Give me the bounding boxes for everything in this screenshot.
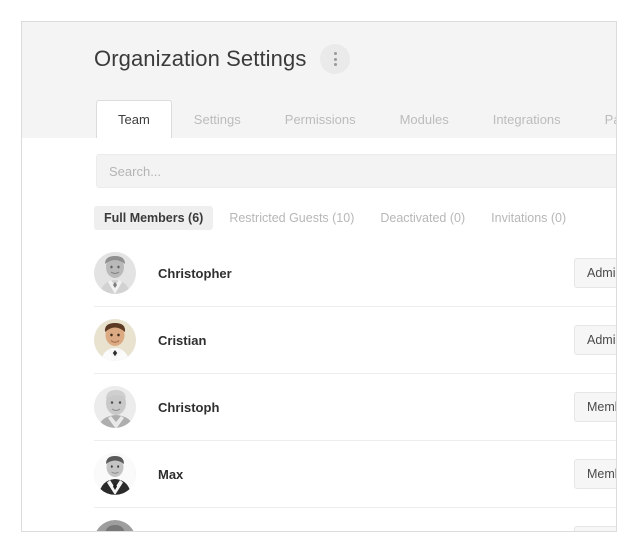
tab-payment[interactable]: Payment <box>583 101 616 139</box>
role-button[interactable]: Admin <box>574 258 616 288</box>
tab-team[interactable]: Team <box>96 100 172 139</box>
search-row <box>96 154 616 188</box>
member-filter-tabs: Full Members (6) Restricted Guests (10) … <box>94 206 582 230</box>
role-button[interactable]: Member <box>574 392 616 422</box>
member-name: Christoph <box>158 399 220 415</box>
member-name: Christopher <box>158 265 232 281</box>
member-name: Cristian <box>158 332 207 348</box>
kebab-dot <box>333 57 337 61</box>
table-row[interactable]: Christopher Admin <box>94 240 616 307</box>
table-row[interactable]: Christoph Member <box>94 374 616 441</box>
filter-deactivated[interactable]: Deactivated (0) <box>370 206 475 230</box>
tab-settings[interactable]: Settings <box>172 101 263 139</box>
filter-restricted-guests[interactable]: Restricted Guests (10) <box>219 206 364 230</box>
avatar <box>94 252 136 294</box>
avatar <box>94 520 136 531</box>
table-row[interactable]: Max Member <box>94 441 616 508</box>
avatar <box>94 386 136 428</box>
table-row[interactable]: Steffen Member <box>94 508 616 531</box>
search-input[interactable] <box>96 154 616 188</box>
kebab-menu-icon[interactable] <box>320 44 351 74</box>
tab-permissions[interactable]: Permissions <box>263 101 378 139</box>
screen: Organization Settings Team Settings Perm… <box>0 0 636 550</box>
page-title: Organization Settings <box>94 46 307 71</box>
tab-bar: Team Settings Permissions Modules Integr… <box>96 100 616 139</box>
organization-settings-card: Organization Settings Team Settings Perm… <box>21 21 617 532</box>
tab-integrations[interactable]: Integrations <box>471 101 583 139</box>
role-button[interactable]: Admin <box>574 325 616 355</box>
table-row[interactable]: Cristian Admin <box>94 307 616 374</box>
card-header: Organization Settings Team Settings Perm… <box>22 22 616 139</box>
title-row: Organization Settings <box>94 44 351 74</box>
filter-invitations[interactable]: Invitations (0) <box>481 206 576 230</box>
role-button[interactable]: Member <box>574 526 616 531</box>
member-list: Christopher Admin <box>94 240 616 531</box>
kebab-dot <box>333 52 337 55</box>
card-body: Full Members (6) Restricted Guests (10) … <box>22 138 616 531</box>
tab-modules[interactable]: Modules <box>378 101 471 139</box>
filter-full-members[interactable]: Full Members (6) <box>94 206 214 230</box>
kebab-dot <box>333 63 337 66</box>
member-name: Max <box>158 466 184 482</box>
avatar <box>94 453 136 495</box>
avatar <box>94 319 136 361</box>
role-button[interactable]: Member <box>574 459 616 489</box>
